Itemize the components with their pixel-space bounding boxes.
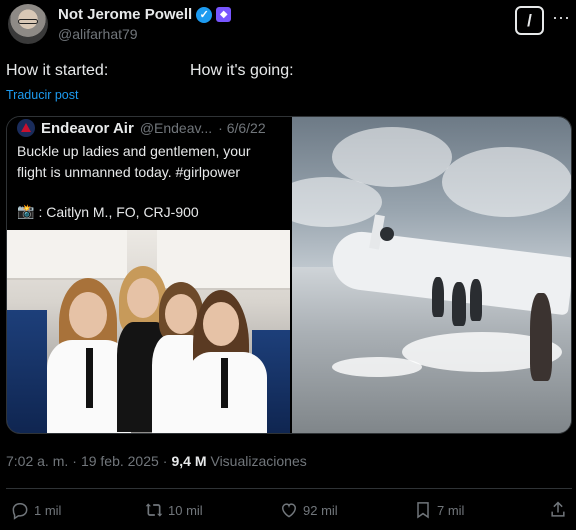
grok-icon[interactable]: / <box>515 6 544 35</box>
quoted-tweet-name: Endeavor Air <box>41 119 134 137</box>
post-timestamp-row: 7:02 a. m. · 19 feb. 2025 · 9,4 M Visual… <box>6 453 307 469</box>
cabin-photo <box>7 230 290 433</box>
translate-post-link[interactable]: Traducir post <box>6 88 78 102</box>
crew-line-text: : Caitlyn M., FO, CRJ-900 <box>38 203 199 220</box>
affiliate-badge-icon[interactable]: ◆ <box>216 7 232 22</box>
post-date[interactable]: 19 feb. 2025 <box>81 453 159 469</box>
repost-count: 10 mil <box>168 502 203 518</box>
heart-icon <box>281 503 297 518</box>
bookmark-icon <box>417 502 429 519</box>
action-bar: 1 mil 10 mil 92 mil 7 mil <box>0 500 576 524</box>
author-name-row: Not Jerome Powell ✓ ◆ <box>58 6 232 23</box>
more-options-icon[interactable]: ··· <box>550 8 572 30</box>
divider <box>6 488 572 489</box>
delta-logo-icon <box>17 119 35 137</box>
quoted-tweet-body: Buckle up ladies and gentlemen, your fli… <box>17 143 251 180</box>
quoted-tweet-date: · 6/6/22 <box>218 120 266 136</box>
author-handle[interactable]: @alifarhat79 <box>58 26 138 42</box>
post-text-left: How it started: <box>6 62 109 79</box>
camera-icon: 📸 <box>17 203 35 219</box>
author-display-name[interactable]: Not Jerome Powell <box>58 6 192 23</box>
like-count: 92 mil <box>303 502 338 518</box>
reply-icon <box>12 503 28 520</box>
bookmark-button[interactable]: 7 mil <box>413 500 464 520</box>
separator-dot: · <box>162 453 168 469</box>
separator-dot: · <box>72 453 77 469</box>
post-header: Not Jerome Powell ✓ ◆ @alifarhat79 / ··· <box>8 4 570 48</box>
views-label: Visualizaciones <box>210 453 307 469</box>
media-image-left[interactable]: Endeavor Air @Endeav... · 6/6/22 Buckle … <box>7 117 290 433</box>
quoted-tweet-handle: @Endeav... <box>139 120 213 136</box>
quoted-tweet-header: Endeavor Air @Endeav... · 6/6/22 <box>17 119 266 137</box>
bookmark-count: 7 mil <box>437 502 465 518</box>
reply-count: 1 mil <box>34 502 62 518</box>
share-button[interactable] <box>548 500 568 520</box>
post-media[interactable]: Endeavor Air @Endeav... · 6/6/22 Buckle … <box>6 116 572 434</box>
media-image-right[interactable] <box>292 117 571 433</box>
quoted-tweet-crew-line: 📸 : Caitlyn M., FO, CRJ-900 <box>17 203 199 220</box>
post-text-right: How it's going: <box>190 62 294 79</box>
repost-button[interactable]: 10 mil <box>144 500 203 520</box>
views-count: 9,4 M <box>171 453 207 469</box>
avatar[interactable] <box>8 4 48 44</box>
verified-badge-icon[interactable]: ✓ <box>196 6 213 23</box>
reply-button[interactable]: 1 mil <box>10 500 61 520</box>
post-time[interactable]: 7:02 a. m. <box>6 453 68 469</box>
like-button[interactable]: 92 mil <box>279 500 338 520</box>
repost-icon <box>145 503 163 517</box>
share-icon <box>551 501 565 517</box>
